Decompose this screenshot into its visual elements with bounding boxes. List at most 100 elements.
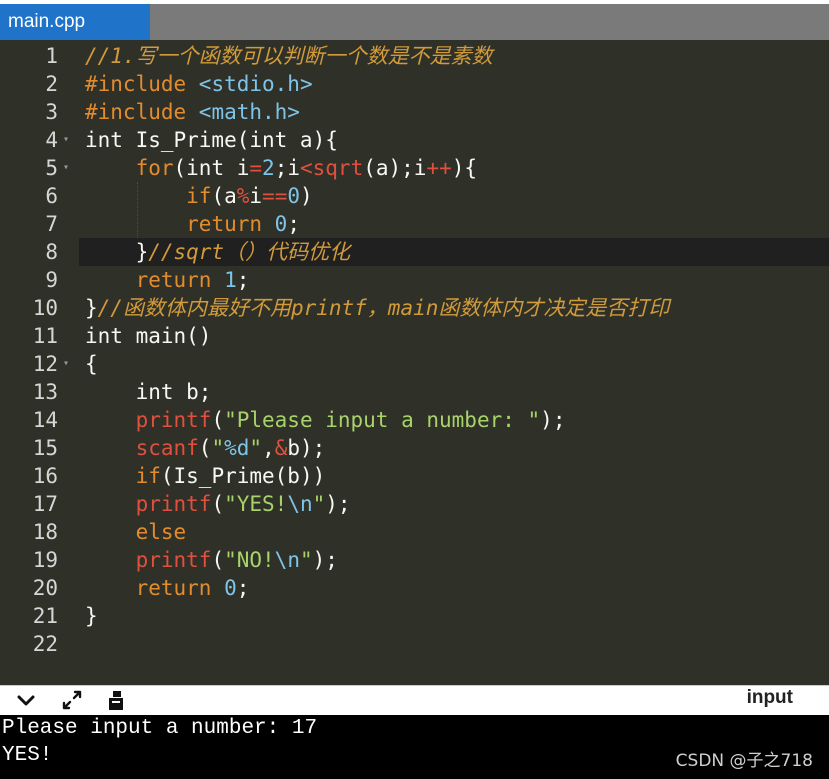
code-token: return	[135, 576, 212, 600]
code-token: int Is_Prime(int a){	[85, 128, 338, 152]
code-line[interactable]: }//函数体内最好不用printf，main函数体内才决定是否打印	[85, 294, 669, 322]
code-token: =	[249, 156, 263, 180]
code-token: return	[186, 212, 263, 236]
code-token: ++	[426, 156, 452, 180]
code-token: ;i	[274, 156, 300, 180]
code-token: i	[249, 184, 263, 208]
line-number: 13	[32, 380, 58, 404]
watermark: CSDN @子之718	[675, 751, 813, 771]
fold-toggle-icon[interactable]: ▾	[63, 350, 73, 378]
code-area[interactable]: //1.写一个函数可以判断一个数是不是素数 #include <stdio.h> #…	[79, 40, 829, 685]
line-number: 15	[32, 436, 58, 460]
expand-icon[interactable]	[60, 688, 84, 712]
clear-console-icon[interactable]	[104, 688, 128, 712]
code-line[interactable]: #include <stdio.h>	[85, 70, 313, 98]
fold-toggle-icon[interactable]: ▾	[63, 126, 73, 154]
code-token: scanf	[135, 436, 199, 460]
code-token: (int i	[173, 156, 250, 180]
code-token: for	[135, 156, 174, 180]
code-line[interactable]: }//sqrt（）代码优化	[85, 238, 351, 266]
chevron-down-icon[interactable]	[14, 688, 38, 712]
line-number: 18	[32, 520, 58, 544]
code-token: \n	[274, 548, 300, 572]
code-token: "	[312, 492, 326, 516]
code-token: //函数体内最好不用printf，main函数体内才决定是否打印	[97, 296, 670, 320]
line-number: 22	[32, 632, 58, 656]
tab-main-cpp[interactable]: main.cpp	[0, 4, 150, 40]
line-number: 4	[45, 128, 58, 152]
code-token: 1	[224, 268, 237, 292]
tab-bar: main.cpp	[0, 0, 829, 40]
code-token: (	[211, 492, 225, 516]
code-token: }	[85, 240, 149, 264]
fold-toggle-icon[interactable]: ▾	[63, 154, 73, 182]
console-toolbar: input	[0, 685, 829, 715]
code-line[interactable]: //1.写一个函数可以判断一个数是不是素数	[85, 42, 493, 70]
code-token: \n	[287, 492, 313, 516]
code-token: "	[211, 436, 225, 460]
line-number: 19	[32, 548, 58, 572]
code-token: (	[211, 548, 225, 572]
code-token: if	[186, 184, 212, 208]
code-token: %	[236, 184, 250, 208]
code-token: &	[274, 436, 288, 460]
code-token: ){	[451, 156, 478, 180]
code-line[interactable]: return 0;	[85, 574, 250, 602]
code-line[interactable]: {	[85, 350, 98, 378]
code-token: <	[299, 156, 313, 180]
code-token: <stdio.h>	[198, 72, 313, 96]
code-token: sqrt	[312, 156, 364, 180]
code-token: printf	[135, 408, 212, 432]
code-line[interactable]: }	[85, 602, 98, 630]
code-editor[interactable]: 1 2 3 4 ▾ 5 ▾ 6 7 8 9 10 11 12 ▾ 13 14 15 16 17 18 19 20 21 22 /…	[0, 40, 829, 685]
input-tab-label[interactable]: input	[747, 686, 793, 714]
code-token: int main()	[85, 324, 212, 348]
code-token: ;	[236, 576, 250, 600]
line-number: 9	[45, 268, 58, 292]
code-token: }	[85, 604, 98, 628]
code-line[interactable]: else	[85, 518, 187, 546]
code-token: "NO!	[224, 548, 275, 572]
line-number: 6	[45, 184, 58, 208]
code-token: #include	[85, 72, 199, 96]
code-line[interactable]: printf("YES!\n");	[85, 490, 351, 518]
code-line[interactable]: int b;	[85, 378, 212, 406]
code-token: (a	[211, 184, 237, 208]
code-line[interactable]: if(Is_Prime(b))	[85, 462, 326, 490]
code-line[interactable]: scanf("%d",&b);	[85, 434, 326, 462]
code-line[interactable]: int Is_Prime(int a){	[85, 126, 338, 154]
code-token: %d	[224, 436, 250, 460]
code-token: )	[300, 184, 313, 208]
code-token: "	[299, 548, 313, 572]
code-line[interactable]: return 1;	[85, 266, 250, 294]
code-token: 2	[262, 156, 275, 180]
code-line[interactable]: if(a%i==0)	[85, 182, 313, 210]
code-token: (Is_Prime(b))	[160, 464, 326, 488]
line-number: 3	[45, 100, 58, 124]
code-token: (	[211, 408, 225, 432]
code-token: {	[85, 352, 98, 376]
code-token: <math.h>	[198, 100, 300, 124]
line-number: 12	[32, 352, 58, 376]
code-line[interactable]: for(int i=2;i<sqrt(a);i++){	[85, 154, 477, 182]
code-line[interactable]: return 0;	[85, 210, 300, 238]
code-line[interactable]: #include <math.h>	[85, 98, 300, 126]
code-line[interactable]: printf("Please input a number: ");	[85, 406, 566, 434]
code-token: }	[85, 296, 98, 320]
code-token: printf	[135, 548, 212, 572]
line-number: 11	[32, 324, 58, 348]
code-token: //sqrt（）代码优化	[148, 240, 351, 264]
code-line[interactable]: int main()	[85, 322, 211, 350]
code-line[interactable]: printf("NO!\n");	[85, 546, 338, 574]
